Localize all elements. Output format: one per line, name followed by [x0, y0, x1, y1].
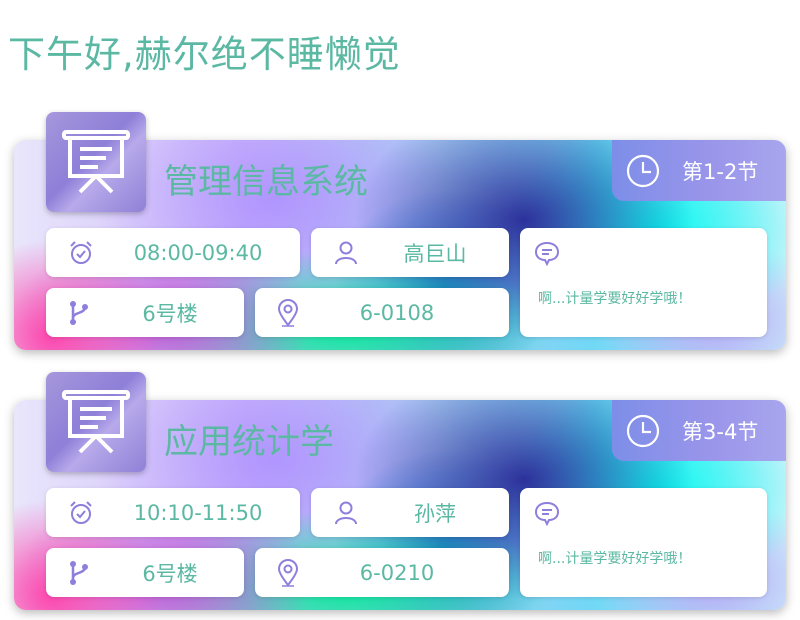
time-field: 08:00-09:40: [46, 228, 300, 277]
course-board-icon: [46, 112, 146, 212]
building-field: 6号楼: [46, 288, 244, 337]
course-board-icon: [46, 372, 146, 472]
clock-icon: [626, 414, 660, 447]
teacher-value: 孙萍: [414, 501, 456, 526]
chat-bubble-icon: [534, 500, 560, 530]
room-field: 6-0210: [255, 548, 509, 597]
presentation-board-icon: [62, 130, 130, 194]
period-badge: 第1-2节: [612, 140, 786, 201]
teacher-field: 孙萍: [311, 488, 509, 537]
period-badge: 第3-4节: [612, 400, 786, 461]
note-text: 啊...计量学要好好学哦！: [538, 291, 692, 307]
teacher-field: 高巨山: [311, 228, 509, 277]
note-field: 啊...计量学要好好学哦！: [520, 228, 767, 337]
greeting-title: 下午好,赫尔绝不睡懒觉: [8, 33, 401, 76]
clock-icon: [626, 154, 660, 187]
building-field: 6号楼: [46, 548, 244, 597]
room-field: 6-0108: [255, 288, 509, 337]
alarm-clock-icon: [68, 500, 94, 526]
alarm-clock-icon: [68, 240, 94, 266]
room-value: 6-0108: [359, 300, 435, 325]
note-text: 啊...计量学要好好学哦！: [538, 551, 692, 567]
person-icon: [333, 500, 359, 526]
period-label: 第3-4节: [682, 419, 759, 444]
time-value: 08:00-09:40: [133, 240, 263, 265]
note-field: 啊...计量学要好好学哦！: [520, 488, 767, 597]
time-field: 10:10-11:50: [46, 488, 300, 537]
room-value: 6-0210: [359, 560, 435, 585]
person-icon: [333, 240, 359, 266]
branch-icon: [68, 560, 90, 586]
course-title: 管理信息系统: [164, 162, 368, 202]
time-value: 10:10-11:50: [133, 500, 263, 525]
course-title: 应用统计学: [164, 422, 334, 462]
teacher-value: 高巨山: [403, 241, 467, 266]
building-value: 6号楼: [142, 561, 198, 586]
building-value: 6号楼: [142, 301, 198, 326]
branch-icon: [68, 300, 90, 326]
presentation-board-icon: [62, 390, 130, 454]
chat-bubble-icon: [534, 240, 560, 270]
period-label: 第1-2节: [682, 159, 759, 184]
